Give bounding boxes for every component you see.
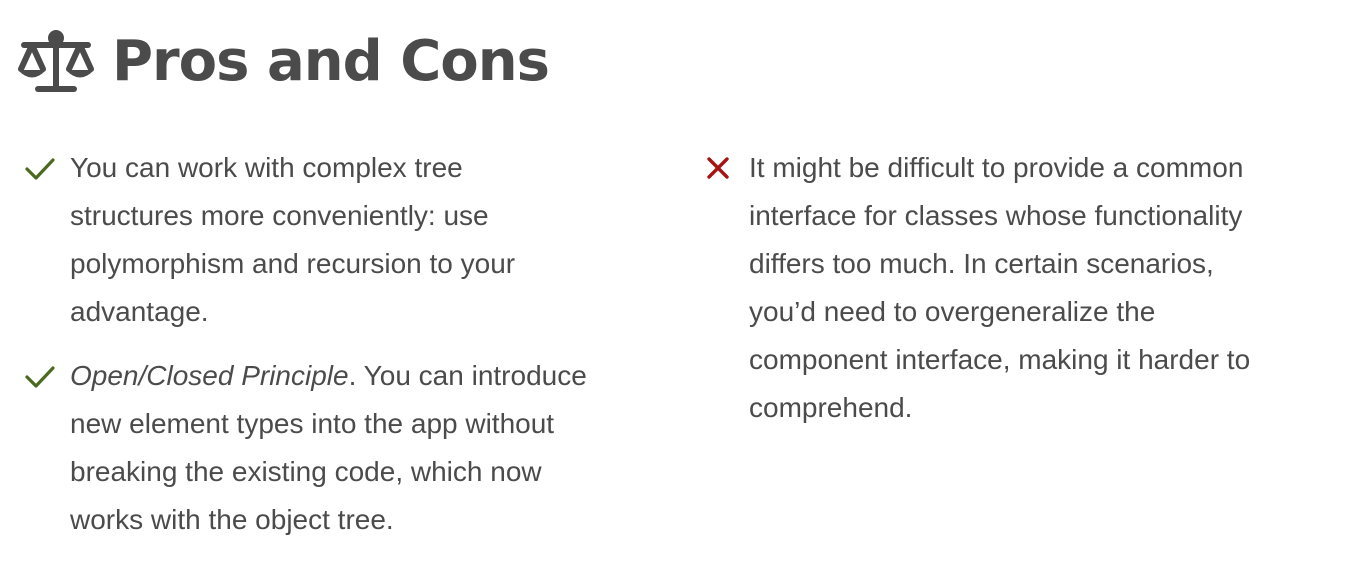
pros-item: Open/Closed Principle. You can introduce… [24,352,664,544]
check-icon [25,366,55,388]
page-title: Pros and Cons [112,29,550,94]
cons-item-text: It might be difficult to provide a commo… [749,152,1251,423]
cons-list: It might be difficult to provide a commo… [703,144,1343,448]
pros-list: You can work with complex tree structure… [24,144,664,560]
cross-icon [707,157,729,179]
check-icon [25,158,55,180]
cons-item: It might be difficult to provide a commo… [703,144,1343,432]
balance-scale-icon [18,30,94,92]
pros-item: You can work with complex tree structure… [24,144,664,336]
section-heading: Pros and Cons [16,24,550,100]
pros-item-text: You can work with complex tree structure… [70,152,516,327]
principle-emphasis: Open/Closed Principle [70,360,349,391]
pros-item-text: Open/Closed Principle. You can introduce… [70,352,664,544]
